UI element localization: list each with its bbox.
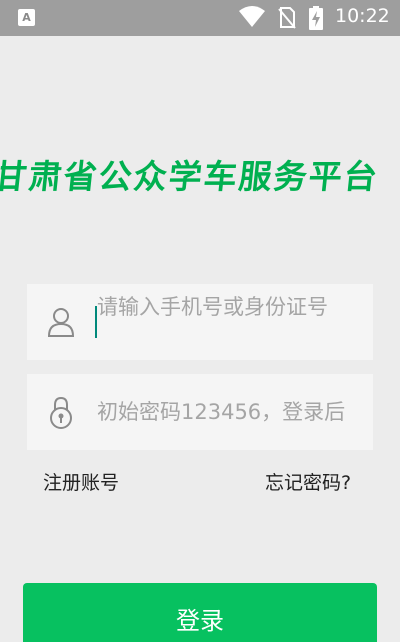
lock-icon: [50, 396, 72, 429]
phone-field[interactable]: 请输入手机号或身份证号: [27, 284, 373, 360]
app-title: 甘肃省公众学车服务平台: [0, 157, 381, 196]
app-notification-letter: A: [22, 11, 31, 24]
password-input[interactable]: 初始密码123456，登录后: [97, 399, 359, 425]
status-bar: A 10:22: [0, 0, 400, 36]
no-sim-icon: [278, 7, 296, 29]
wifi-icon: [239, 6, 265, 27]
password-field[interactable]: 初始密码123456，登录后: [27, 374, 373, 450]
register-link[interactable]: 注册账号: [43, 468, 119, 495]
forgot-password-link[interactable]: 忘记密码?: [265, 468, 351, 495]
phone-input[interactable]: 请输入手机号或身份证号: [97, 294, 361, 320]
login-button-label: 登录: [176, 607, 224, 635]
clock: 10:22: [335, 5, 390, 27]
battery-charging-icon: [309, 6, 323, 30]
app-notification-icon: A: [18, 9, 35, 26]
user-icon: [47, 308, 75, 337]
login-button[interactable]: 登录: [23, 583, 377, 642]
